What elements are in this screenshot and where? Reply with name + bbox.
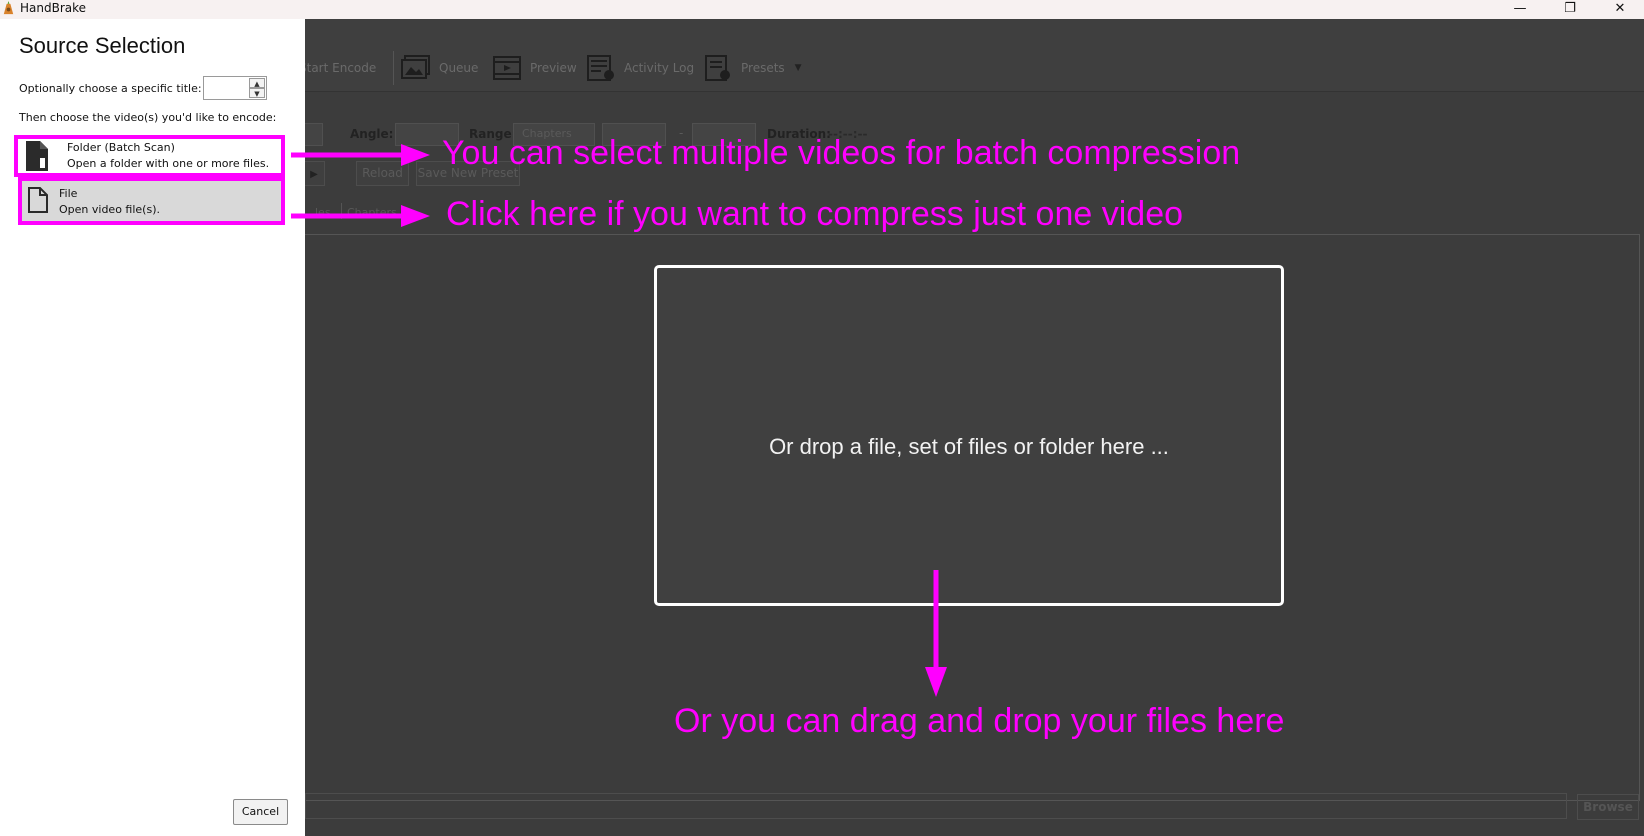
- arrow-to-file-option: [291, 205, 430, 227]
- annotation-drag: Or you can drag and drop your files here: [674, 702, 1285, 740]
- arrow-to-folder-option: [291, 144, 430, 166]
- arrow-to-drop-zone: [925, 570, 947, 697]
- annotation-single: Click here if you want to compress just …: [446, 195, 1184, 233]
- annotation-batch: You can select multiple videos for batch…: [442, 134, 1241, 172]
